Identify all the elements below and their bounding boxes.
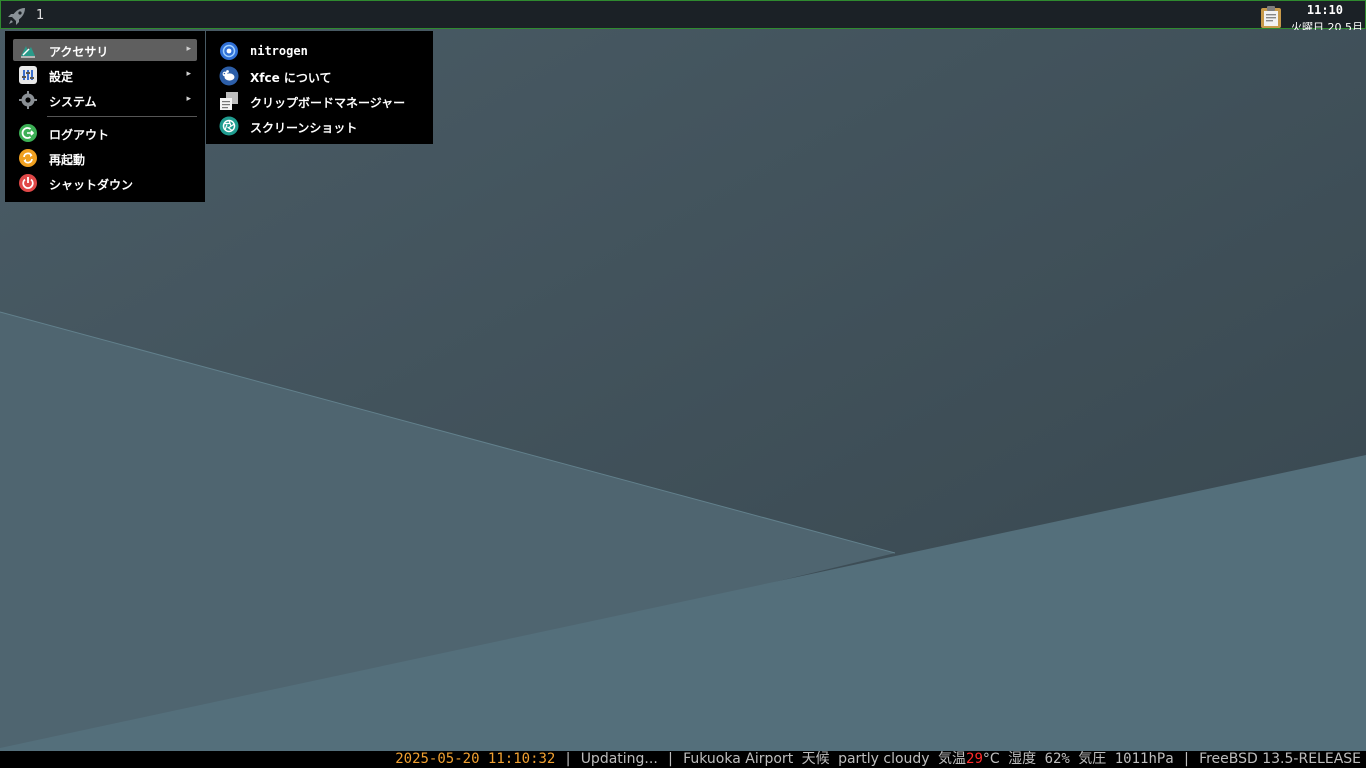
submenu-item-label: Xfce について xyxy=(250,71,332,85)
status-humidity-label: 湿度 xyxy=(1008,751,1037,767)
menu-item-label: ログアウト xyxy=(49,128,110,142)
menu-item-system[interactable]: システム ▸ xyxy=(13,89,197,111)
status-line: 2025-05-20 11:10:32 | Updating... | Fuku… xyxy=(395,751,1361,768)
menu-item-shutdown[interactable]: シャットダウン xyxy=(13,172,197,194)
nitrogen-icon xyxy=(219,41,239,61)
submenu-item-clipboard-manager[interactable]: クリップボードマネージャー xyxy=(214,89,426,111)
screenshot-icon xyxy=(219,116,239,136)
clipboard-icon[interactable] xyxy=(1259,5,1283,29)
top-panel: 1 11:10 火曜日 20 5月 xyxy=(0,0,1366,30)
status-temp-label: 気温 xyxy=(938,751,967,767)
xfce-mouse-icon xyxy=(219,66,239,86)
status-separator: | xyxy=(666,751,675,767)
workspace-indicator[interactable]: 1 xyxy=(36,8,44,23)
menu-item-label: システム xyxy=(49,95,97,109)
menu-item-settings[interactable]: 設定 ▸ xyxy=(13,64,197,86)
submenu-item-about-xfce[interactable]: Xfce について xyxy=(214,64,426,86)
application-menu: アクセサリ ▸ 設定 ▸ システム ▸ ログアウト 再起動 シャットダウン xyxy=(5,31,205,202)
settings-icon xyxy=(19,66,37,84)
system-gear-icon xyxy=(19,91,37,109)
status-weather: partly cloudy xyxy=(838,751,930,767)
logout-icon xyxy=(19,124,37,142)
status-bar: 2025-05-20 11:10:32 | Updating... | Fuku… xyxy=(0,751,1366,768)
status-updating: Updating... xyxy=(580,751,658,767)
menu-item-label: シャットダウン xyxy=(49,178,134,192)
rocket-icon[interactable] xyxy=(7,6,27,26)
submenu-item-label: nitrogen xyxy=(250,44,308,58)
submenu-arrow-icon: ▸ xyxy=(186,94,191,104)
status-datetime: 2025-05-20 11:10:32 xyxy=(395,751,556,767)
clipboard-manager-icon xyxy=(219,91,239,111)
menu-item-accessories[interactable]: アクセサリ ▸ xyxy=(13,39,197,61)
menu-item-label: 再起動 xyxy=(49,153,86,167)
status-separator: | xyxy=(1182,751,1191,767)
submenu-item-label: スクリーンショット xyxy=(250,121,358,135)
submenu-arrow-icon: ▸ xyxy=(186,69,191,79)
restart-icon xyxy=(19,149,37,167)
clock-time: 11:10 xyxy=(1306,3,1343,17)
status-weather-label: 天候 xyxy=(801,751,830,767)
shutdown-icon xyxy=(19,174,37,192)
menu-separator xyxy=(47,116,197,117)
menu-item-logout[interactable]: ログアウト xyxy=(13,122,197,144)
accessories-submenu: nitrogen Xfce について クリップボードマネージャー スクリーンショ… xyxy=(206,31,433,144)
menu-item-label: 設定 xyxy=(49,70,74,84)
status-os: FreeBSD 13.5-RELEASE xyxy=(1199,751,1361,767)
submenu-arrow-icon: ▸ xyxy=(186,44,191,54)
submenu-item-nitrogen[interactable]: nitrogen xyxy=(214,39,426,61)
status-pressure: 1011hPa xyxy=(1114,751,1174,767)
menu-item-label: アクセサリ xyxy=(49,45,109,59)
status-separator: | xyxy=(563,751,573,767)
submenu-item-label: クリップボードマネージャー xyxy=(250,96,406,110)
clock[interactable]: 11:10 火曜日 20 5月 xyxy=(1288,1,1366,30)
submenu-item-screenshot[interactable]: スクリーンショット xyxy=(214,114,426,136)
status-temp-value: 29 xyxy=(966,751,983,767)
status-humidity: 62% xyxy=(1044,751,1070,767)
menu-item-restart[interactable]: 再起動 xyxy=(13,147,197,169)
status-temp-unit: °C xyxy=(982,751,1000,767)
clock-date: 火曜日 20 5月 xyxy=(1291,21,1363,30)
status-location: Fukuoka Airport xyxy=(683,751,794,767)
status-pressure-label: 気圧 xyxy=(1078,751,1107,767)
accessories-icon xyxy=(19,41,37,59)
